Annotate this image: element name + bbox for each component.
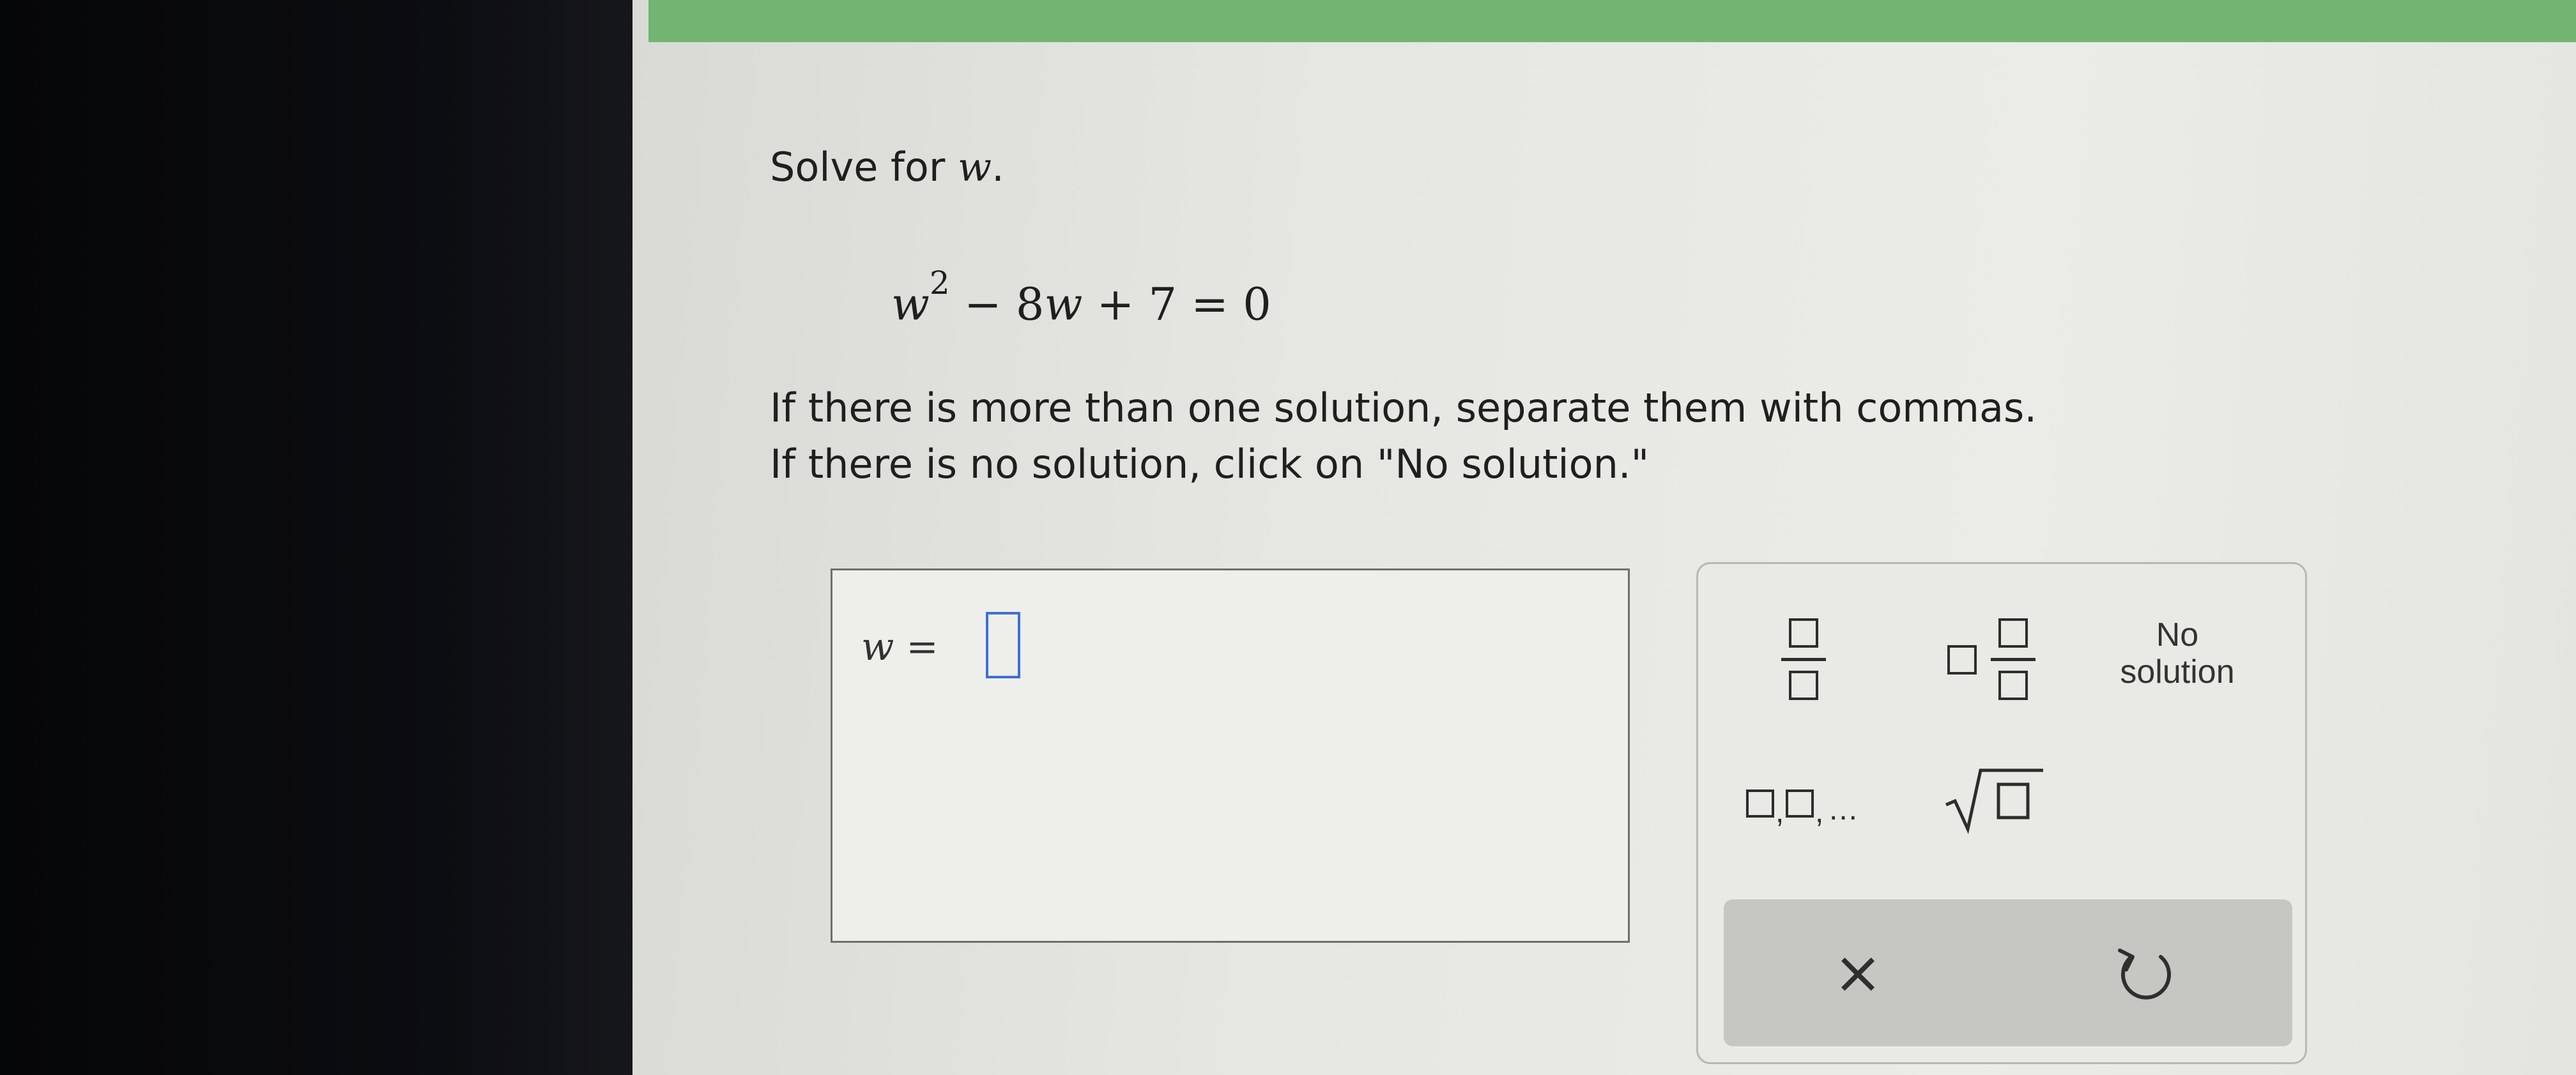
undo-icon <box>2107 949 2184 1010</box>
equation: w2 − 8w + 7 = 0 <box>891 264 1271 331</box>
close-icon: × <box>1833 938 1883 1007</box>
math-keypad: No solution , , ... × <box>1696 562 2307 1064</box>
screen: Solve for w. w2 − 8w + 7 = 0 If there is… <box>632 0 2576 1075</box>
square-root-button[interactable] <box>1941 765 2050 835</box>
question-title: Solve for w. <box>770 144 1004 190</box>
keypad-action-bar: × <box>1724 899 2292 1046</box>
header-bar <box>648 0 2576 42</box>
equation-tail: + 7 = 0 <box>1082 278 1271 331</box>
equation-linear-variable: w <box>1044 278 1083 331</box>
equation-exponent: 2 <box>929 264 950 301</box>
question-title-prefix: Solve for <box>770 144 946 190</box>
instructions: If there is more than one solution, sepa… <box>770 380 2239 492</box>
no-solution-button[interactable]: No solution <box>2107 609 2248 698</box>
instruction-line-2: If there is no solution, click on "No so… <box>770 441 1650 487</box>
equation-coefficient: − 8 <box>949 278 1045 331</box>
square-root-icon <box>1941 768 2050 837</box>
answer-input[interactable] <box>986 612 1020 678</box>
device-bezel <box>0 0 632 1075</box>
question-title-variable: w <box>958 144 992 190</box>
equation-variable: w <box>891 278 930 331</box>
no-solution-label-line2: solution <box>2120 653 2235 690</box>
answer-equals: = <box>894 625 939 669</box>
list-button[interactable]: , , ... <box>1746 778 1912 829</box>
no-solution-label-line1: No <box>2156 616 2199 653</box>
answer-area[interactable]: w = <box>831 568 1630 943</box>
clear-button[interactable]: × <box>1820 938 1896 1008</box>
undo-button[interactable] <box>2107 938 2184 1008</box>
mixed-number-button[interactable] <box>1947 612 2043 708</box>
question-title-suffix: . <box>992 144 1004 190</box>
answer-variable: w <box>861 625 894 669</box>
instruction-line-1: If there is more than one solution, sepa… <box>770 385 2037 431</box>
list-dots: ... <box>1829 793 1859 827</box>
fraction-button[interactable] <box>1775 612 1832 708</box>
answer-label: w = <box>861 625 939 669</box>
